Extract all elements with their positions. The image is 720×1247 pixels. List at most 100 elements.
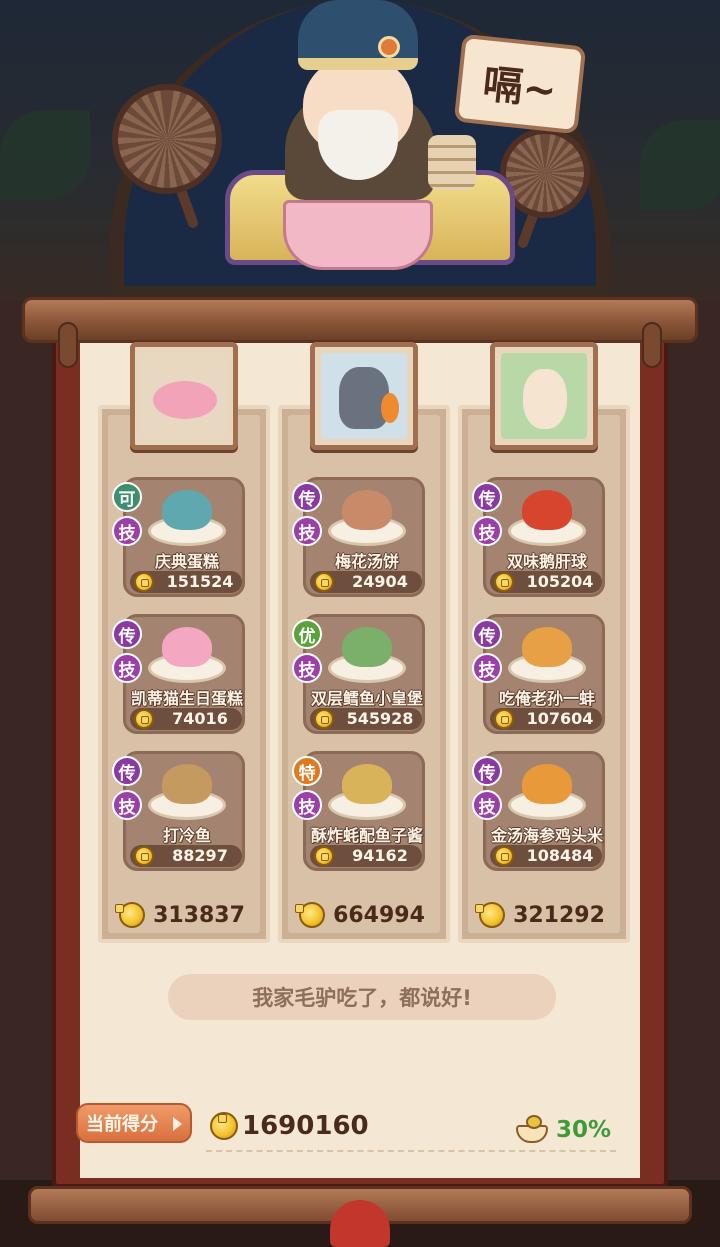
team-column-2: 传 技 梅花汤饼 24904 优 技 双层鳕鱼小皇堡 545928 特 技 酥炸… bbox=[278, 405, 450, 943]
column-total-value: 313837 bbox=[153, 902, 245, 928]
chef-portrait-1[interactable] bbox=[130, 342, 238, 450]
current-score-button[interactable]: 当前得分 bbox=[76, 1103, 192, 1143]
pink-dolphin-icon bbox=[153, 381, 217, 419]
plant-decor bbox=[0, 110, 90, 200]
chef-portrait-2[interactable] bbox=[310, 342, 418, 450]
skill-badge: 技 bbox=[112, 790, 142, 820]
bonus-indicator[interactable]: 30% bbox=[514, 1112, 611, 1148]
dish-score: 107604 bbox=[526, 709, 594, 728]
coin-icon bbox=[494, 846, 514, 866]
dish-image bbox=[148, 621, 226, 683]
dish-image bbox=[148, 484, 226, 546]
coin-icon bbox=[494, 709, 514, 729]
table-cloth bbox=[283, 200, 433, 270]
dish-image bbox=[328, 484, 406, 546]
column-total: 321292 bbox=[468, 897, 616, 933]
dish-card[interactable]: 传 技 双味鹅肝球 105204 bbox=[472, 477, 605, 597]
rarity-badge: 传 bbox=[292, 482, 322, 512]
chef-portrait-3[interactable] bbox=[490, 342, 598, 450]
column-total-value: 664994 bbox=[333, 902, 425, 928]
sage-hat bbox=[298, 0, 418, 70]
coin-icon bbox=[314, 709, 334, 729]
carrot-icon bbox=[381, 393, 399, 423]
left-wall bbox=[0, 300, 60, 1247]
rarity-badge: 传 bbox=[112, 619, 142, 649]
dish-name: 吃俺老孙一蚌 bbox=[498, 689, 595, 708]
rod-cap bbox=[642, 322, 662, 368]
rarity-badge: 传 bbox=[472, 756, 502, 786]
dish-image bbox=[328, 621, 406, 683]
rarity-badge: 传 bbox=[112, 756, 142, 786]
column-total: 313837 bbox=[108, 897, 256, 933]
dish-card[interactable]: 传 技 吃俺老孙一蚌 107604 bbox=[472, 614, 605, 734]
dish-name: 凯蒂猫生日蛋糕 bbox=[130, 689, 243, 708]
team-column-3: 传 技 双味鹅肝球 105204 传 技 吃俺老孙一蚌 107604 传 技 金… bbox=[458, 405, 630, 943]
skill-badge: 技 bbox=[472, 790, 502, 820]
play-arrow-icon bbox=[173, 1117, 182, 1131]
dish-card[interactable]: 传 技 打冷鱼 88297 bbox=[112, 751, 245, 871]
coin-icon bbox=[314, 846, 334, 866]
scroll-rod-top bbox=[22, 297, 698, 343]
dish-image bbox=[148, 758, 226, 820]
bonus-percent: 30% bbox=[556, 1117, 612, 1143]
skill-badge: 技 bbox=[112, 653, 142, 683]
dish-name: 梅花汤饼 bbox=[334, 552, 399, 571]
coin-icon bbox=[479, 902, 506, 928]
speech-bubble: 嗝~ bbox=[453, 33, 587, 135]
rarity-badge: 优 bbox=[292, 619, 322, 649]
coin-icon bbox=[314, 572, 334, 592]
dish-score: 545928 bbox=[346, 709, 414, 728]
dish-score: 88297 bbox=[172, 846, 228, 865]
dish-name: 庆典蛋糕 bbox=[154, 552, 219, 571]
food-bowl-icon bbox=[514, 1115, 550, 1145]
dish-image bbox=[328, 758, 406, 820]
wolf-icon bbox=[339, 367, 389, 429]
coin-icon bbox=[134, 572, 154, 592]
dish-name: 打冷鱼 bbox=[162, 826, 211, 845]
current-score-label: 当前得分 bbox=[86, 1114, 158, 1135]
column-total: 664994 bbox=[288, 897, 436, 933]
coin-icon bbox=[210, 1112, 238, 1140]
dish-card[interactable]: 特 技 酥炸蚝配鱼子酱 94162 bbox=[292, 751, 425, 871]
dish-score: 108484 bbox=[526, 846, 594, 865]
coin-icon bbox=[119, 902, 146, 928]
total-score-value: 1690160 bbox=[242, 1111, 369, 1141]
total-score: 1690160 bbox=[210, 1106, 369, 1146]
dish-name: 酥炸蚝配鱼子酱 bbox=[310, 826, 423, 845]
skill-badge: 技 bbox=[112, 516, 142, 546]
dish-card[interactable]: 传 技 梅花汤饼 24904 bbox=[292, 477, 425, 597]
rod-cap bbox=[58, 322, 78, 368]
coin-icon bbox=[494, 572, 514, 592]
fan-icon bbox=[112, 84, 222, 194]
skill-badge: 技 bbox=[292, 790, 322, 820]
rarity-badge: 传 bbox=[472, 619, 502, 649]
dish-score: 151524 bbox=[166, 572, 234, 591]
plant-decor bbox=[640, 120, 720, 210]
right-wall bbox=[660, 300, 720, 1247]
dish-name: 双味鹅肝球 bbox=[506, 552, 587, 571]
dish-score: 74016 bbox=[172, 709, 228, 728]
rabbit-girl-icon bbox=[523, 369, 567, 429]
dish-image bbox=[508, 758, 586, 820]
dish-card[interactable]: 传 技 金汤海参鸡头米 108484 bbox=[472, 751, 605, 871]
dish-card[interactable]: 可 技 庆典蛋糕 151524 bbox=[112, 477, 245, 597]
dish-card[interactable]: 优 技 双层鳕鱼小皇堡 545928 bbox=[292, 614, 425, 734]
dish-score: 105204 bbox=[526, 572, 594, 591]
coin-icon bbox=[134, 846, 154, 866]
skill-badge: 技 bbox=[292, 516, 322, 546]
skill-badge: 技 bbox=[292, 653, 322, 683]
tagline: 我家毛驴吃了，都说好! bbox=[168, 974, 556, 1020]
dish-card[interactable]: 传 技 凯蒂猫生日蛋糕 74016 bbox=[112, 614, 245, 734]
coin-icon bbox=[134, 709, 154, 729]
hat-gem-icon bbox=[378, 36, 400, 58]
dish-score: 24904 bbox=[352, 572, 408, 591]
rarity-badge: 特 bbox=[292, 756, 322, 786]
skill-badge: 技 bbox=[472, 653, 502, 683]
team-column-1: 可 技 庆典蛋糕 151524 传 技 凯蒂猫生日蛋糕 74016 传 技 打冷… bbox=[98, 405, 270, 943]
dish-score: 94162 bbox=[352, 846, 408, 865]
dish-image bbox=[508, 621, 586, 683]
rarity-badge: 传 bbox=[472, 482, 502, 512]
rarity-badge: 可 bbox=[112, 482, 142, 512]
divider bbox=[206, 1150, 616, 1152]
dish-image bbox=[508, 484, 586, 546]
